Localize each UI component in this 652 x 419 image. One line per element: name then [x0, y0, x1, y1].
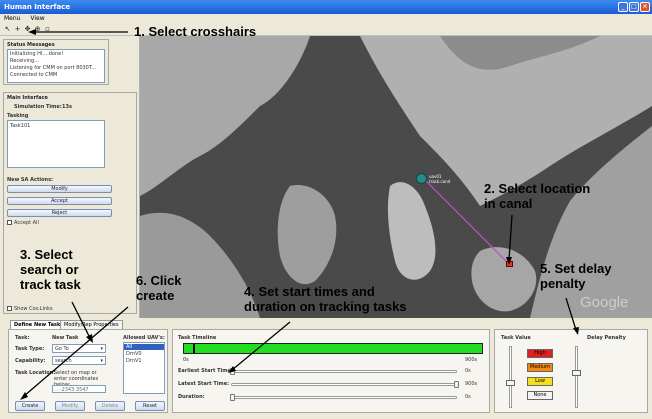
arrowhead-1 [28, 29, 36, 35]
app-window: Human Interface _ □ × Menu View ↖ + ✥ ⊕ … [0, 0, 652, 419]
arrow-4 [231, 321, 291, 371]
arrow-2 [508, 214, 513, 261]
annotation-4: 4. Set start times and duration on track… [244, 284, 407, 314]
annotation-5: 5. Set delay penalty [540, 261, 612, 291]
annotation-1: 1. Select crosshairs [134, 24, 257, 39]
arrow-3 [71, 301, 91, 339]
annotation-3: 3. Select search or track task [20, 247, 81, 292]
annotation-2: 2. Select location in canal [484, 181, 591, 211]
arrow-6 [23, 306, 129, 397]
annotation-6: 6. Click create [136, 273, 182, 303]
arrowhead-2 [506, 257, 512, 265]
arrow-5 [565, 297, 577, 331]
arrowhead-5 [573, 327, 579, 335]
